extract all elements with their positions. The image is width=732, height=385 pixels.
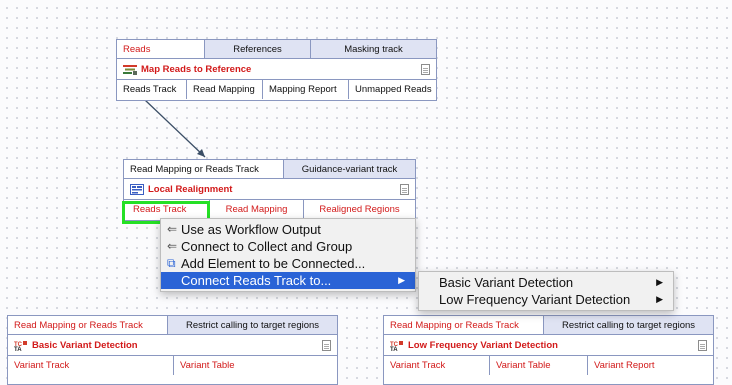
input-ports: Read Mapping or Reads Track Guidance-var… (124, 160, 415, 179)
submenu-arrow-icon: ▶ (398, 275, 405, 285)
node-title: Basic Variant Detection (32, 339, 138, 351)
node-header[interactable]: TC TA Low Frequency Variant Detection (384, 335, 713, 356)
node-header[interactable]: TC TA Basic Variant Detection (8, 335, 337, 356)
output-ports: Variant Track Variant Table Variant Repo… (384, 356, 713, 375)
add-element-icon: ⧉ (167, 256, 176, 270)
input-ports: Read Mapping or Reads Track Restrict cal… (8, 316, 337, 335)
input-ports: Reads References Masking track (117, 40, 436, 59)
map-reads-node[interactable]: Reads References Masking track Map Reads… (116, 39, 437, 101)
variant-detection-icon: TC TA (14, 340, 28, 353)
variant-detection-icon: TC TA (390, 340, 404, 353)
low-frequency-variant-detection-node[interactable]: Read Mapping or Reads Track Restrict cal… (383, 315, 714, 385)
output-port-variant-track[interactable]: Variant Track (8, 356, 174, 375)
output-port-read-mapping[interactable]: Read Mapping (210, 200, 304, 219)
output-port-mapping-report[interactable]: Mapping Report (263, 80, 349, 99)
context-menu: ⇐ Use as Workflow Output ⇐ Connect to Co… (160, 218, 416, 292)
map-reads-icon (123, 64, 137, 75)
submenu-item-basic-variant-detection[interactable]: Basic Variant Detection ▶ (419, 274, 673, 291)
node-header[interactable]: Local Realignment (124, 179, 415, 200)
document-icon[interactable] (322, 339, 331, 351)
output-port-reads-track[interactable]: Reads Track (117, 80, 187, 99)
node-title: Map Reads to Reference (141, 63, 252, 75)
output-port-variant-table[interactable]: Variant Table (174, 356, 337, 375)
collect-arrow-icon: ⇐ (167, 239, 178, 253)
output-port-realigned-regions[interactable]: Realigned Regions (304, 200, 415, 219)
node-header[interactable]: Map Reads to Reference (117, 59, 436, 80)
input-port-read-mapping-or-reads-track[interactable]: Read Mapping or Reads Track (124, 160, 284, 178)
output-port-variant-table[interactable]: Variant Table (490, 356, 588, 375)
input-port-guidance-variant-track[interactable]: Guidance-variant track (284, 160, 415, 178)
submenu-arrow-icon: ▶ (656, 294, 663, 304)
input-port-references[interactable]: References (205, 40, 311, 58)
input-port-read-mapping-or-reads-track[interactable]: Read Mapping or Reads Track (384, 316, 544, 334)
input-port-restrict-calling[interactable]: Restrict calling to target regions (168, 316, 337, 334)
local-realignment-icon (130, 183, 144, 195)
output-port-variant-report[interactable]: Variant Report (588, 356, 713, 375)
output-port-read-mapping[interactable]: Read Mapping (187, 80, 263, 99)
input-port-masking-track[interactable]: Masking track (311, 40, 436, 58)
node-title: Low Frequency Variant Detection (408, 339, 558, 351)
menu-item-connect-to-collect-and-group[interactable]: ⇐ Connect to Collect and Group (161, 238, 415, 255)
submenu-item-low-frequency-variant-detection[interactable]: Low Frequency Variant Detection ▶ (419, 291, 673, 308)
menu-item-use-as-workflow-output[interactable]: ⇐ Use as Workflow Output (161, 221, 415, 238)
document-icon[interactable] (421, 63, 430, 75)
svg-text:TA: TA (14, 347, 22, 351)
document-icon[interactable] (400, 183, 409, 195)
output-port-variant-track[interactable]: Variant Track (384, 356, 490, 375)
output-arrow-icon: ⇐ (167, 222, 178, 236)
input-port-reads[interactable]: Reads (117, 40, 205, 58)
output-port-unmapped-reads[interactable]: Unmapped Reads (349, 80, 436, 99)
output-ports: Reads Track Read Mapping Mapping Report … (117, 80, 436, 99)
input-port-restrict-calling[interactable]: Restrict calling to target regions (544, 316, 713, 334)
svg-text:TA: TA (390, 347, 398, 351)
node-title: Local Realignment (148, 183, 233, 195)
document-icon[interactable] (698, 339, 707, 351)
menu-item-add-element-to-be-connected[interactable]: ⧉ Add Element to be Connected... (161, 255, 415, 272)
output-ports: Variant Track Variant Table (8, 356, 337, 375)
submenu: Basic Variant Detection ▶ Low Frequency … (418, 271, 674, 311)
menu-item-connect-reads-track-to[interactable]: Connect Reads Track to... ▶ (161, 272, 415, 289)
basic-variant-detection-node[interactable]: Read Mapping or Reads Track Restrict cal… (7, 315, 338, 385)
input-port-read-mapping-or-reads-track[interactable]: Read Mapping or Reads Track (8, 316, 168, 334)
input-ports: Read Mapping or Reads Track Restrict cal… (384, 316, 713, 335)
submenu-arrow-icon: ▶ (656, 277, 663, 287)
